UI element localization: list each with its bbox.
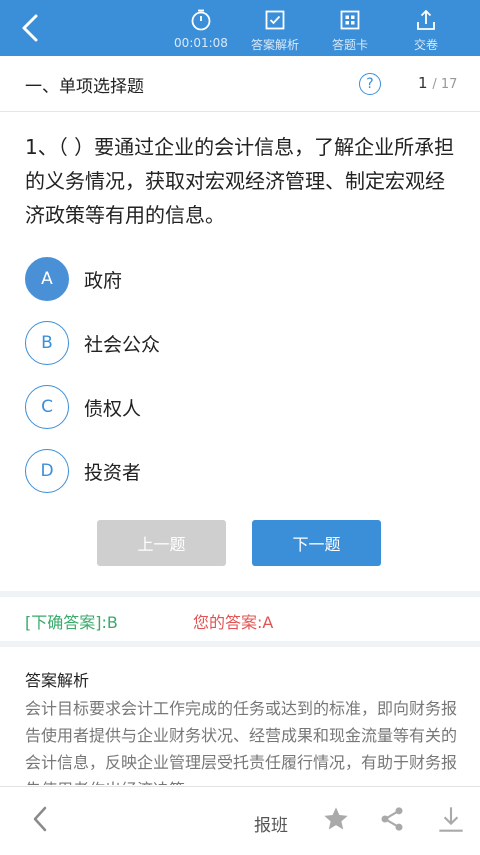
analysis-title: 答案解析 (25, 671, 90, 690)
download-icon (439, 807, 463, 832)
current-question-number: 1 (418, 74, 428, 92)
analysis-button[interactable]: 答案解析 (244, 0, 306, 56)
option-a[interactable]: A 政府 (25, 255, 122, 303)
analysis-scroll-area[interactable]: 会计目标要求会计工作完成的任务或达到的标准，即向财务报告使用者提供与企业财务状况… (25, 695, 460, 785)
favorite-button[interactable] (322, 805, 350, 837)
grid-card-icon (340, 10, 360, 30)
analysis-label: 答案解析 (250, 38, 299, 52)
option-b-text: 社会公众 (84, 333, 161, 356)
analysis-body: 会计目标要求会计工作完成的任务或达到的标准，即向财务报告使用者提供与企业财务状况… (25, 699, 458, 785)
option-d[interactable]: D 投资者 (25, 447, 141, 495)
checked-doc-icon (265, 10, 285, 30)
upload-icon (417, 9, 435, 30)
option-a-text: 政府 (84, 269, 123, 292)
answer-card-label: 答题卡 (331, 38, 368, 52)
report-class-button[interactable]: 报班 (254, 811, 288, 836)
timer-label: 00:01:08 (174, 36, 228, 50)
section-divider (0, 641, 480, 647)
timer-button[interactable]: 00:01:08 (170, 0, 232, 56)
download-button[interactable] (437, 805, 465, 837)
section-header: 一、单项选择题 ? 1 / 17 (0, 56, 480, 112)
question-text: 1、（ ）要通过企业的会计信息，了解企业所承担的义务情况，获取对宏观经济管理、制… (25, 135, 455, 227)
back-button[interactable] (10, 10, 50, 46)
submit-button[interactable]: 交卷 (402, 0, 450, 56)
bottom-bar: 报班 (0, 786, 480, 855)
stopwatch-icon (191, 9, 211, 31)
share-button[interactable] (378, 805, 406, 837)
help-icon[interactable]: ? (359, 73, 381, 95)
option-b-letter: B (25, 321, 69, 365)
total-question-count: / 17 (432, 77, 458, 92)
star-icon (324, 807, 348, 830)
option-d-text: 投资者 (84, 461, 142, 484)
next-question-button[interactable]: 下一题 (252, 520, 381, 566)
answer-card-button[interactable]: 答题卡 (320, 0, 380, 56)
share-icon (381, 807, 403, 831)
your-answer: 您的答案:A (193, 613, 274, 632)
prev-question-button[interactable]: 上一题 (97, 520, 226, 566)
back-arrow-icon (33, 806, 47, 832)
option-c[interactable]: C 债权人 (25, 383, 141, 431)
option-a-letter: A (25, 257, 69, 301)
back-arrow-icon (22, 14, 38, 42)
option-d-letter: D (25, 449, 69, 493)
top-toolbar: 00:01:08 答案解析 答题卡 交卷 (0, 0, 480, 56)
correct-answer: [下确答案]:B (25, 613, 118, 632)
option-c-letter: C (25, 385, 69, 429)
bottom-back-button[interactable] (22, 801, 58, 837)
option-b[interactable]: B 社会公众 (25, 319, 160, 367)
section-title: 一、单项选择题 (25, 77, 144, 97)
submit-label: 交卷 (413, 38, 438, 52)
answer-result-row: [下确答案]:B 您的答案:A (0, 597, 480, 641)
question-pager: 1 / 17 (418, 74, 457, 92)
option-c-text: 债权人 (84, 397, 142, 420)
